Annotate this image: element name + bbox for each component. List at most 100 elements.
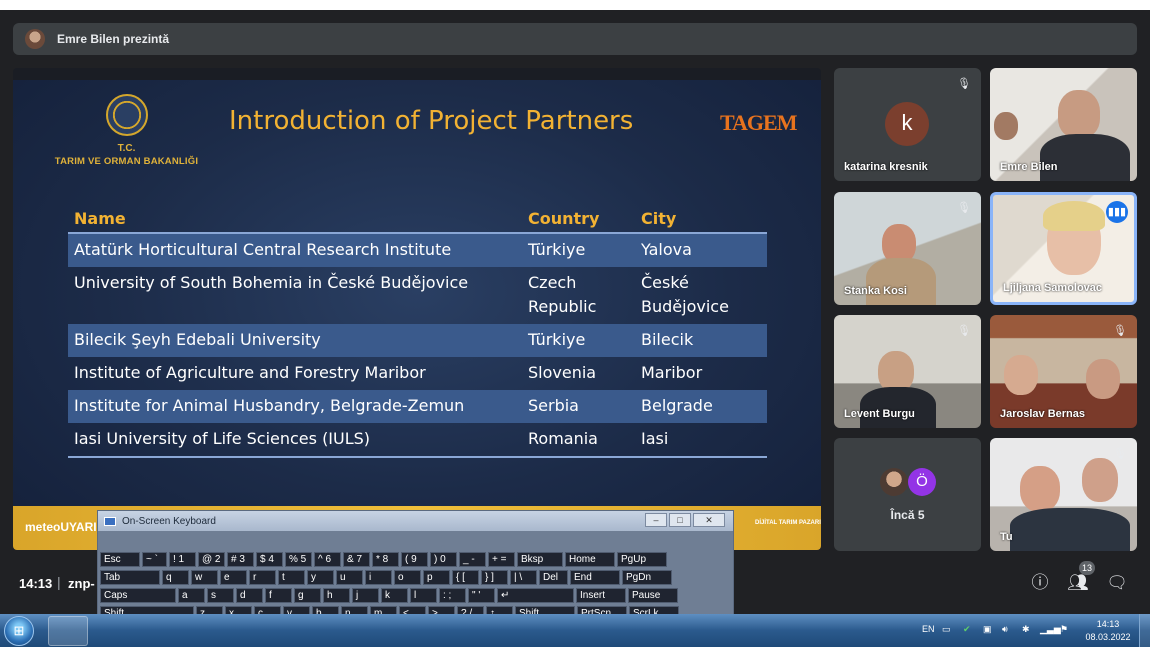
participant-name: katarina kresnik [844, 161, 928, 173]
keyboard-key[interactable]: k [381, 588, 408, 603]
chat-icon[interactable]: 🗨︎ [1106, 572, 1128, 594]
table-row: Institute for Animal Husbandry, Belgrade… [68, 390, 767, 423]
partner-city: Maribor [641, 363, 703, 382]
video-person [1020, 466, 1060, 512]
keyboard-key[interactable]: p [423, 570, 450, 585]
keyboard-key[interactable]: l [410, 588, 437, 603]
browser-top-strip [0, 0, 1150, 10]
keyboard-key[interactable]: g [294, 588, 321, 603]
language-indicator[interactable]: EN [922, 624, 935, 634]
header-name: Name [68, 204, 522, 234]
keyboard-key[interactable]: h [323, 588, 350, 603]
keyboard-key[interactable]: ~ ` [142, 552, 167, 567]
keyboard-key[interactable]: u [336, 570, 363, 585]
keyboard-key[interactable]: $ 4 [256, 552, 283, 567]
keyboard-key[interactable]: Insert [576, 588, 626, 603]
slide-title: Introduction of Project Partners [229, 106, 634, 136]
keyboard-key[interactable]: o [394, 570, 421, 585]
keyboard-key[interactable]: End [570, 570, 620, 585]
keyboard-key[interactable]: ) 0 [430, 552, 457, 567]
participant-tile[interactable]: 🎙︎ Levent Burgu [834, 315, 981, 428]
mic-off-icon: 🎙︎ [957, 78, 971, 90]
partner-city: Yalova [635, 233, 767, 267]
keyboard-key[interactable]: f [265, 588, 292, 603]
participant-name: Emre Bilen [1000, 161, 1058, 173]
show-desktop-button[interactable] [1139, 614, 1150, 647]
keyboard-key[interactable]: { [ [452, 570, 479, 585]
keyboard-key[interactable]: PgUp [617, 552, 667, 567]
keyboard-key[interactable]: ! 1 [169, 552, 196, 567]
close-button[interactable]: ✕ [693, 513, 725, 527]
keyboard-key[interactable]: # 3 [227, 552, 254, 567]
device-icon[interactable]: ▣ [983, 624, 992, 635]
keyboard-key[interactable]: Tab [100, 570, 160, 585]
partner-country: Czech Republic [528, 273, 597, 316]
keyboard-key[interactable]: e [220, 570, 247, 585]
keyboard-key[interactable]: _ - [459, 552, 486, 567]
table-row: Institute of Agriculture and Forestry Ma… [68, 357, 767, 390]
keyboard-key[interactable]: + = [488, 552, 515, 567]
more-participants-tile[interactable]: Ö Încă 5 [834, 438, 981, 551]
keyboard-key[interactable]: Home [565, 552, 615, 567]
keyboard-key[interactable]: Del [539, 570, 568, 585]
partner-name: Institute of Agriculture and Forestry Ma… [74, 363, 426, 382]
participant-tile[interactable]: Emre Bilen [990, 68, 1137, 181]
keyboard-key[interactable]: w [191, 570, 218, 585]
mic-off-icon: 🎙︎ [957, 202, 971, 214]
keyboard-key[interactable]: } ] [481, 570, 508, 585]
partner-name: Bilecik Şeyh Edebali University [68, 324, 522, 357]
keyboard-key[interactable]: s [207, 588, 234, 603]
keyboard-key[interactable]: a [178, 588, 205, 603]
participant-name: Stanka Kosi [844, 285, 907, 297]
keyboard-key[interactable]: ^ 6 [314, 552, 341, 567]
participant-name: Jaroslav Bernas [1000, 408, 1085, 420]
keyboard-key[interactable]: @ 2 [198, 552, 225, 567]
tray-clock[interactable]: 14:13 08.03.2022 [1085, 618, 1131, 644]
keyboard-key[interactable]: j [352, 588, 379, 603]
keyboard-key[interactable]: Esc [100, 552, 140, 567]
keyboard-key[interactable]: * 8 [372, 552, 399, 567]
keyboard-tray-icon[interactable]: ▭ [942, 624, 951, 635]
keyboard-key[interactable]: & 7 [343, 552, 370, 567]
keyboard-key[interactable]: t [278, 570, 305, 585]
info-icon[interactable]: ⓘ [1029, 572, 1051, 594]
participant-tile[interactable]: 🎙︎ Jaroslav Bernas [990, 315, 1137, 428]
self-view-tile[interactable]: 🎙︎ Tu [990, 438, 1137, 551]
keyboard-key[interactable]: ( 9 [401, 552, 428, 567]
presentation-area: T.C. TARIM VE ORMAN BAKANLIĞI Introducti… [13, 68, 821, 550]
keyboard-key[interactable]: " ' [468, 588, 495, 603]
flag-icon[interactable]: ⚑ [1060, 624, 1068, 635]
participant-tile[interactable]: 🎙︎ Stanka Kosi [834, 192, 981, 305]
participant-tile-active[interactable]: ▮▮▮ Ljiljana Samolovac [990, 192, 1137, 305]
keyboard-key[interactable]: y [307, 570, 334, 585]
keyboard-key[interactable]: Pause [628, 588, 678, 603]
keyboard-key[interactable]: r [249, 570, 276, 585]
mic-off-icon: 🎙︎ [1113, 325, 1127, 337]
keyboard-key[interactable]: ↵ [497, 588, 574, 603]
taskbar-app-icon[interactable] [48, 616, 88, 646]
shield-icon[interactable]: ✔ [963, 624, 971, 635]
keyboard-key[interactable]: % 5 [285, 552, 312, 567]
partner-name: Institute for Animal Husbandry, Belgrade… [68, 390, 522, 423]
start-button[interactable]: ⊞ [4, 616, 34, 646]
keyboard-key[interactable]: q [162, 570, 189, 585]
keyboard-key[interactable]: d [236, 588, 263, 603]
volume-icon[interactable]: 🔊︎ [1002, 624, 1008, 635]
bluetooth-icon[interactable]: ✱ [1022, 624, 1030, 635]
osk-titlebar[interactable]: On-Screen Keyboard – □ ✕ [98, 511, 733, 531]
minimize-button[interactable]: – [645, 513, 667, 527]
participant-tile[interactable]: k 🎙︎ katarina kresnik [834, 68, 981, 181]
keyboard-key[interactable]: | \ [510, 570, 537, 585]
people-icon[interactable]: 👥︎ [1067, 572, 1089, 594]
clock-time: 14:13 [1096, 619, 1120, 629]
table-row: Iasi University of Life Sciences (IULS) … [68, 423, 767, 458]
presenter-label: Emre Bilen prezintă [57, 32, 170, 46]
keyboard-key[interactable]: Bksp [517, 552, 563, 567]
maximize-button[interactable]: □ [669, 513, 691, 527]
keyboard-key[interactable]: PgDn [622, 570, 672, 585]
keyboard-key[interactable]: i [365, 570, 392, 585]
keyboard-key[interactable]: Caps [100, 588, 176, 603]
partner-name: University of South Bohemia in České Bud… [74, 273, 469, 292]
keyboard-key[interactable]: : ; [439, 588, 466, 603]
network-icon[interactable]: ▁▃▅ [1040, 624, 1061, 635]
